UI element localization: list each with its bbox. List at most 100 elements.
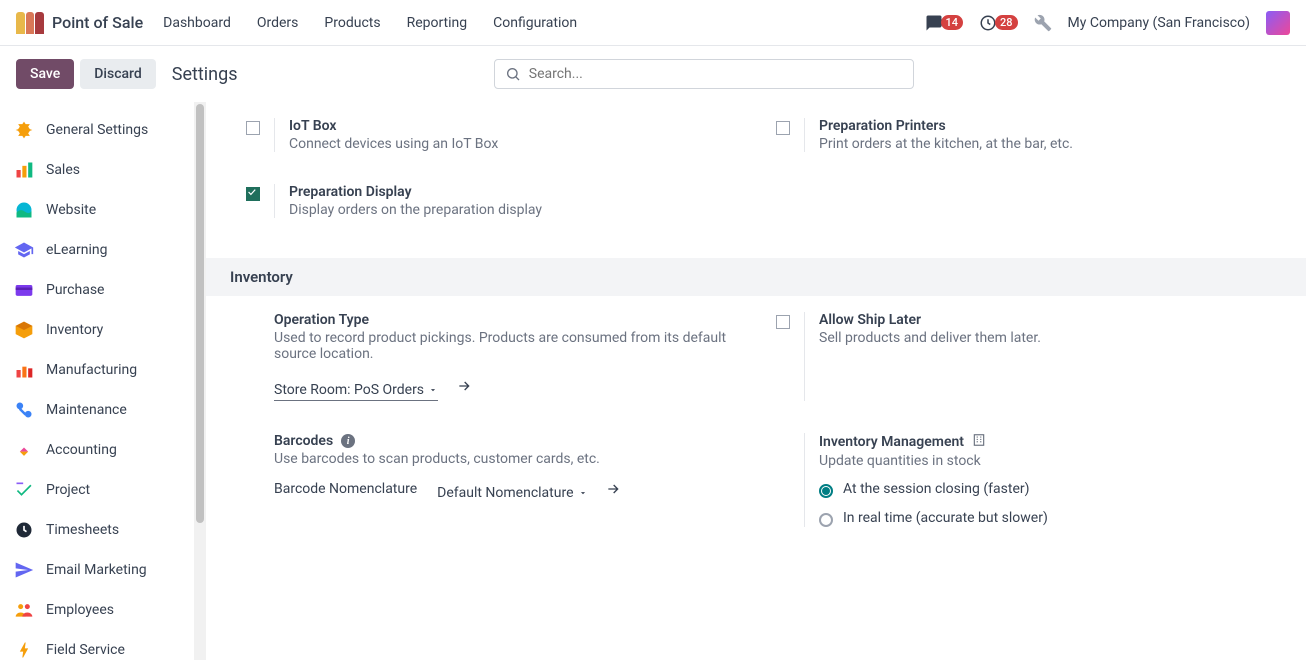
search-box[interactable]: [494, 59, 914, 89]
operation-type-value: Store Room: PoS Orders: [274, 382, 424, 398]
main-layout: General Settings Sales Website eLearning…: [0, 102, 1306, 660]
setting-title: Inventory Management: [819, 433, 1282, 451]
ship-later-checkbox[interactable]: [776, 315, 790, 329]
setting-title: Barcodes i: [274, 433, 752, 449]
chevron-down-icon: [578, 488, 588, 498]
save-button[interactable]: Save: [16, 59, 74, 89]
setting-desc: Sell products and deliver them later.: [819, 330, 1282, 346]
operation-type-select[interactable]: Store Room: PoS Orders: [274, 382, 438, 401]
arrow-right-icon: [605, 481, 621, 497]
sidebar-item-sales[interactable]: Sales: [0, 150, 194, 190]
setting-title: Preparation Display: [289, 184, 752, 200]
inv-mgmt-radio-realtime[interactable]: [819, 513, 833, 527]
sidebar-item-label: Manufacturing: [46, 362, 137, 378]
info-icon[interactable]: i: [341, 434, 355, 448]
activity-button[interactable]: 28: [979, 14, 1018, 32]
prep-printers-checkbox[interactable]: [776, 121, 790, 135]
search-input[interactable]: [529, 66, 903, 82]
sub-nav: Save Discard Settings: [0, 46, 1306, 102]
wrench-icon: [14, 400, 34, 420]
radio-label: In real time (accurate but slower): [843, 510, 1048, 527]
sidebar-item-accounting[interactable]: Accounting: [0, 430, 194, 470]
sidebar-item-label: Sales: [46, 162, 80, 178]
sidebar-scrollbar[interactable]: [194, 102, 206, 660]
arrows-icon: [14, 440, 34, 460]
globe-icon: [14, 200, 34, 220]
people-icon: [14, 600, 34, 620]
app-name[interactable]: Point of Sale: [52, 13, 143, 32]
sidebar-item-general[interactable]: General Settings: [0, 110, 194, 150]
user-avatar[interactable]: [1266, 11, 1290, 35]
setting-title: Operation Type: [274, 312, 752, 328]
setting-desc: Print orders at the kitchen, at the bar,…: [819, 136, 1282, 152]
setting-prep-display: Preparation Display Display orders on th…: [246, 184, 752, 218]
top-nav: Point of Sale Dashboard Orders Products …: [0, 0, 1306, 46]
barcode-nomenclature-select[interactable]: Default Nomenclature: [437, 485, 587, 503]
sidebar-item-manufacturing[interactable]: Manufacturing: [0, 350, 194, 390]
nav-products[interactable]: Products: [324, 15, 380, 31]
chat-icon: [925, 14, 943, 32]
sidebar-item-label: Project: [46, 482, 90, 498]
barcodes-title-text: Barcodes: [274, 433, 333, 449]
sidebar-item-label: Inventory: [46, 322, 103, 338]
company-switcher[interactable]: My Company (San Francisco): [1068, 15, 1250, 31]
box-icon: [14, 320, 34, 340]
setting-operation-type: Operation Type Used to record product pi…: [246, 312, 752, 401]
setting-barcodes: Barcodes i Use barcodes to scan products…: [246, 433, 752, 527]
search-icon: [505, 66, 521, 82]
sidebar-item-project[interactable]: Project: [0, 470, 194, 510]
chart-icon: [14, 160, 34, 180]
inv-mgmt-title-text: Inventory Management: [819, 434, 964, 450]
sidebar-item-elearning[interactable]: eLearning: [0, 230, 194, 270]
tools-icon[interactable]: [1034, 14, 1052, 32]
nav-dashboard[interactable]: Dashboard: [163, 15, 231, 31]
sidebar-item-label: General Settings: [46, 122, 148, 138]
chat-count: 14: [941, 15, 964, 30]
sidebar-item-label: Maintenance: [46, 402, 127, 418]
setting-title: Allow Ship Later: [819, 312, 1282, 328]
prep-display-checkbox[interactable]: [246, 187, 260, 201]
app-logo-icon[interactable]: [16, 12, 44, 34]
inv-mgmt-radio-session[interactable]: [819, 484, 833, 498]
sidebar-item-maintenance[interactable]: Maintenance: [0, 390, 194, 430]
setting-title: IoT Box: [289, 118, 752, 134]
check-icon: [14, 480, 34, 500]
activity-count: 28: [995, 15, 1018, 30]
gear-icon: [14, 120, 34, 140]
page-title: Settings: [172, 64, 238, 85]
factory-icon: [14, 360, 34, 380]
building-icon[interactable]: [972, 433, 986, 451]
setting-desc: Display orders on the preparation displa…: [289, 202, 752, 218]
barcode-nomenclature-label: Barcode Nomenclature: [274, 481, 417, 497]
settings-content: IoT Box Connect devices using an IoT Box…: [206, 102, 1306, 660]
send-icon: [14, 560, 34, 580]
arrow-right-icon: [456, 378, 472, 394]
nav-links: Dashboard Orders Products Reporting Conf…: [163, 15, 577, 31]
setting-desc: Use barcodes to scan products, customer …: [274, 451, 752, 467]
sidebar-item-timesheets[interactable]: Timesheets: [0, 510, 194, 550]
iot-box-checkbox[interactable]: [246, 121, 260, 135]
sidebar-item-website[interactable]: Website: [0, 190, 194, 230]
setting-iot-box: IoT Box Connect devices using an IoT Box: [246, 118, 752, 152]
sidebar-item-label: Timesheets: [46, 522, 119, 538]
sidebar-item-label: eLearning: [46, 242, 107, 258]
sidebar-item-field[interactable]: Field Service: [0, 630, 194, 660]
setting-desc: Update quantities in stock: [819, 453, 1282, 469]
sidebar-item-label: Email Marketing: [46, 562, 147, 578]
operation-type-link[interactable]: [456, 378, 472, 394]
section-header-inventory: Inventory: [206, 258, 1306, 296]
wallet-icon: [14, 280, 34, 300]
nav-orders[interactable]: Orders: [257, 15, 299, 31]
sidebar-item-email[interactable]: Email Marketing: [0, 550, 194, 590]
top-nav-right: 14 28 My Company (San Francisco): [925, 11, 1290, 35]
sidebar-item-employees[interactable]: Employees: [0, 590, 194, 630]
sidebar-item-purchase[interactable]: Purchase: [0, 270, 194, 310]
discard-button[interactable]: Discard: [80, 59, 155, 89]
barcode-nomenclature-value: Default Nomenclature: [437, 485, 573, 501]
chat-button[interactable]: 14: [925, 14, 964, 32]
barcode-nomenclature-link[interactable]: [605, 481, 621, 497]
nav-configuration[interactable]: Configuration: [493, 15, 577, 31]
nav-reporting[interactable]: Reporting: [407, 15, 468, 31]
sidebar-item-inventory[interactable]: Inventory: [0, 310, 194, 350]
sidebar-item-label: Website: [46, 202, 96, 218]
